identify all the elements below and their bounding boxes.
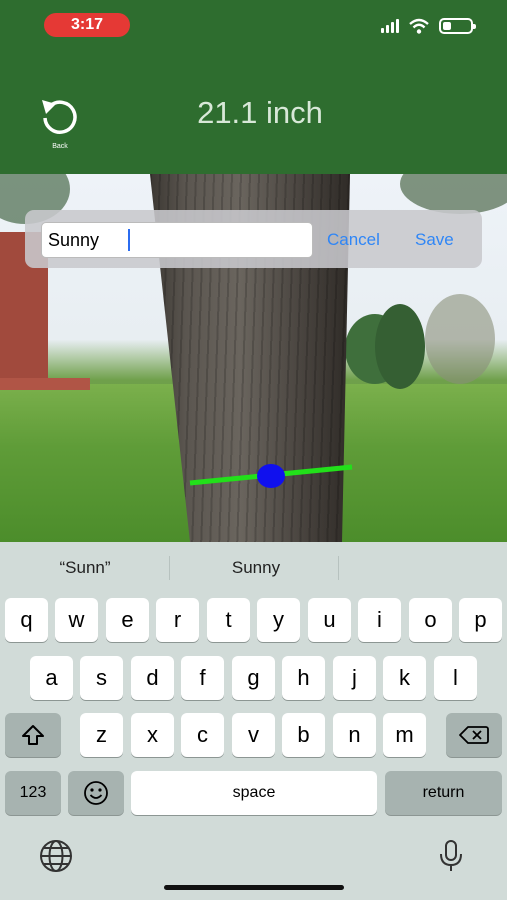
- measurement-value: 21.1 inch: [197, 95, 323, 130]
- space-key[interactable]: space: [131, 771, 377, 815]
- key-c[interactable]: c: [181, 713, 224, 757]
- emoji-icon: [84, 781, 108, 805]
- suggestion-item[interactable]: “Sunn”: [0, 558, 170, 578]
- suggestion-divider: [338, 556, 339, 580]
- emoji-key[interactable]: [68, 771, 124, 815]
- suggestion-divider: [169, 556, 170, 580]
- status-icons: [381, 18, 476, 34]
- key-a[interactable]: a: [30, 656, 73, 700]
- key-g[interactable]: g: [232, 656, 275, 700]
- status-time: 3:17: [44, 13, 130, 37]
- globe-button[interactable]: [36, 838, 76, 874]
- numbers-key[interactable]: 123: [5, 771, 61, 815]
- shift-arrow-icon: [22, 725, 44, 745]
- shift-key[interactable]: [5, 713, 61, 757]
- key-m[interactable]: m: [383, 713, 426, 757]
- key-v[interactable]: v: [232, 713, 275, 757]
- save-dialog: Cancel Save: [25, 210, 482, 268]
- key-e[interactable]: e: [106, 598, 149, 642]
- back-label: Back: [52, 143, 68, 150]
- return-key[interactable]: return: [385, 771, 502, 815]
- key-w[interactable]: w: [55, 598, 98, 642]
- name-input[interactable]: [41, 222, 313, 258]
- suggestion-item[interactable]: Sunny: [171, 558, 341, 578]
- microphone-icon: [440, 840, 462, 871]
- home-indicator[interactable]: [164, 885, 344, 890]
- key-n[interactable]: n: [333, 713, 376, 757]
- key-o[interactable]: o: [409, 598, 452, 642]
- key-h[interactable]: h: [282, 656, 325, 700]
- on-screen-keyboard: “Sunn” Sunny q w e r t y u i o p a s d f…: [0, 542, 507, 900]
- key-p[interactable]: p: [459, 598, 502, 642]
- key-t[interactable]: t: [207, 598, 250, 642]
- key-q[interactable]: q: [5, 598, 48, 642]
- key-y[interactable]: y: [257, 598, 300, 642]
- app-header: 3:17 Back 21.1 inch: [0, 0, 507, 174]
- key-u[interactable]: u: [308, 598, 351, 642]
- key-r[interactable]: r: [156, 598, 199, 642]
- key-l[interactable]: l: [434, 656, 477, 700]
- battery-icon: [439, 18, 476, 34]
- cancel-button[interactable]: Cancel: [327, 230, 380, 250]
- backspace-icon: [459, 726, 489, 744]
- key-j[interactable]: j: [333, 656, 376, 700]
- key-b[interactable]: b: [282, 713, 325, 757]
- key-k[interactable]: k: [383, 656, 426, 700]
- text-caret: [128, 229, 130, 251]
- key-d[interactable]: d: [131, 656, 174, 700]
- save-button[interactable]: Save: [415, 230, 454, 250]
- wifi-icon: [409, 18, 429, 34]
- globe-icon: [40, 840, 72, 872]
- key-s[interactable]: s: [80, 656, 123, 700]
- key-i[interactable]: i: [358, 598, 401, 642]
- delete-key[interactable]: [446, 713, 502, 757]
- key-z[interactable]: z: [80, 713, 123, 757]
- measurement-handle[interactable]: [257, 464, 285, 488]
- dictation-button[interactable]: [431, 838, 471, 874]
- cellular-signal-icon: [381, 19, 399, 33]
- suggestion-bar: “Sunn” Sunny: [0, 542, 507, 594]
- key-x[interactable]: x: [131, 713, 174, 757]
- key-f[interactable]: f: [181, 656, 224, 700]
